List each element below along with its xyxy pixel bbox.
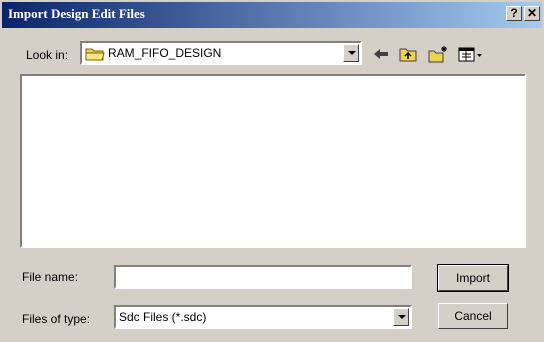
lookin-value: RAM_FIFO_DESIGN xyxy=(108,46,222,60)
up-folder-icon[interactable] xyxy=(398,45,418,63)
back-arrow-icon[interactable] xyxy=(371,45,391,63)
view-menu-icon[interactable] xyxy=(458,45,484,63)
filetype-value: Sdc Files (*.sdc) xyxy=(119,310,207,324)
new-folder-icon[interactable] xyxy=(428,45,448,63)
help-button[interactable]: ? xyxy=(506,6,522,21)
filetype-dropdown-arrow[interactable] xyxy=(393,308,409,326)
filename-label: File name: xyxy=(22,270,79,284)
filetype-dropdown[interactable]: Sdc Files (*.sdc) xyxy=(114,305,412,329)
filetype-label: Files of type: xyxy=(22,312,91,326)
title-bar[interactable]: Import Design Edit Files ? ✕ xyxy=(2,2,542,28)
import-dialog: Import Design Edit Files ? ✕ Look in: RA… xyxy=(0,0,544,342)
window-title: Import Design Edit Files xyxy=(8,6,145,21)
lookin-dropdown-arrow[interactable] xyxy=(343,44,359,62)
folder-icon xyxy=(85,48,105,61)
cancel-button[interactable]: Cancel xyxy=(438,303,508,329)
close-button[interactable]: ✕ xyxy=(524,6,540,21)
lookin-dropdown[interactable]: RAM_FIFO_DESIGN xyxy=(80,41,362,65)
filename-input[interactable] xyxy=(114,265,412,289)
lookin-label: Look in: xyxy=(26,48,69,62)
file-list[interactable] xyxy=(20,74,526,248)
import-button[interactable]: Import xyxy=(437,264,509,292)
